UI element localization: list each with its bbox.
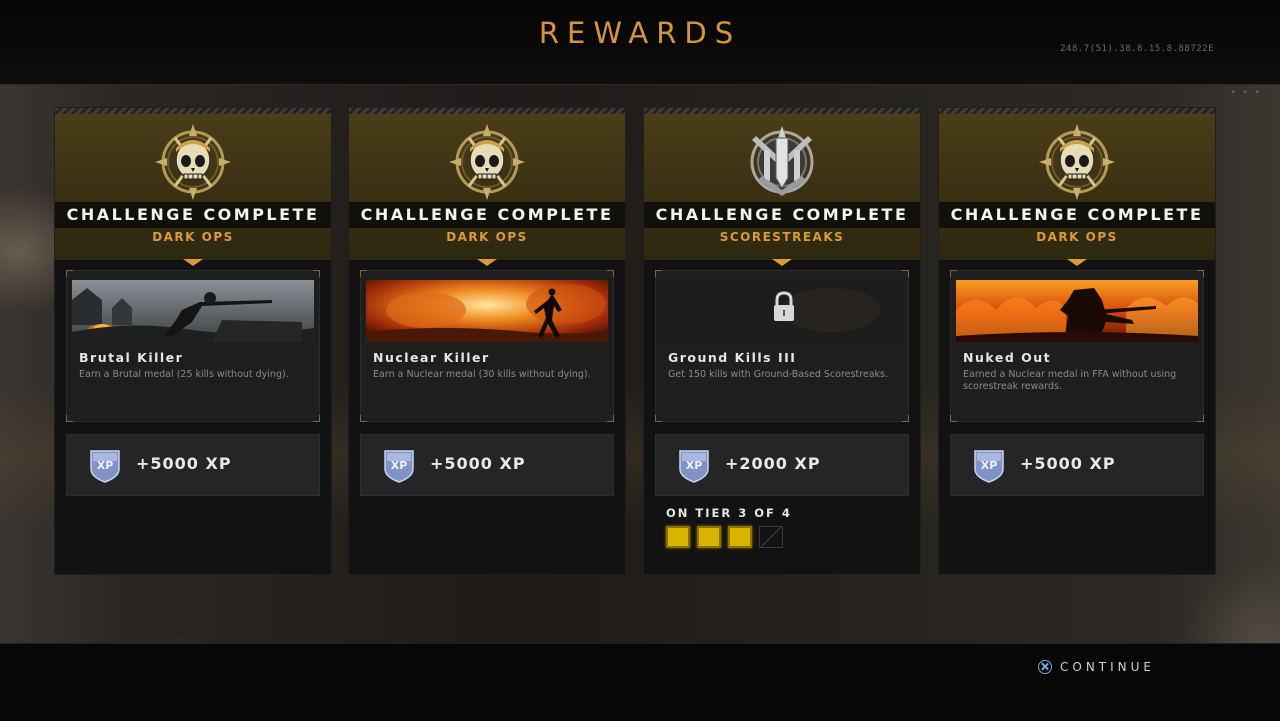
corner-mark: [655, 270, 662, 277]
challenge-banner: CHALLENGE COMPLETE: [939, 202, 1215, 228]
pointer-icon: [1067, 259, 1087, 266]
xp-reward: XP +5000 XP: [360, 434, 614, 496]
challenge-name: Nuked Out: [963, 350, 1052, 365]
bottom-bar: [0, 643, 1280, 721]
skull-emblem-icon: [449, 124, 525, 200]
challenge-description: Get 150 kills with Ground-Based Scorestr…: [668, 369, 888, 380]
cross-button-icon: [1038, 660, 1052, 674]
corner-mark: [655, 415, 662, 422]
challenge-image: [366, 280, 608, 342]
xp-shield-icon: XP: [679, 450, 709, 483]
skull-emblem-icon: [1039, 124, 1115, 200]
challenge-category: DARK OPS: [446, 230, 528, 244]
xp-amount: +5000 XP: [430, 454, 526, 473]
challenge-heading: CHALLENGE COMPLETE: [360, 205, 614, 224]
challenge-description: Earn a Nuclear medal (30 kills without d…: [373, 369, 591, 380]
reward-card: CHALLENGE COMPLETE DARK OPS Brutal Kille…: [55, 108, 331, 574]
card-header: CHALLENGE COMPLETE DARK OPS: [55, 114, 331, 266]
challenge-category: DARK OPS: [152, 230, 234, 244]
corner-mark: [607, 415, 614, 422]
corner-mark: [1197, 270, 1204, 277]
svg-text:XP: XP: [97, 459, 114, 472]
continue-button[interactable]: CONTINUE: [1038, 660, 1155, 674]
challenge-panel: Nuked Out Earned a Nuclear medal in FFA …: [950, 270, 1204, 422]
tier-label: ON TIER 3 OF 4: [666, 506, 792, 520]
challenge-heading: CHALLENGE COMPLETE: [66, 205, 320, 224]
xp-reward: XP +5000 XP: [66, 434, 320, 496]
challenge-category: DARK OPS: [1036, 230, 1118, 244]
xp-shield-icon: XP: [384, 450, 414, 483]
xp-reward: XP +5000 XP: [950, 434, 1204, 496]
svg-text:XP: XP: [981, 459, 998, 472]
tier-box-complete: [697, 526, 721, 548]
tier-box-incomplete: [759, 526, 783, 548]
corner-mark: [360, 270, 367, 277]
continue-label: CONTINUE: [1060, 660, 1156, 674]
challenge-heading: CHALLENGE COMPLETE: [950, 205, 1204, 224]
card-header: CHALLENGE COMPLETE SCORESTREAKS: [644, 114, 920, 266]
reward-card: CHALLENGE COMPLETE SCORESTREAKS Ground K…: [644, 108, 920, 574]
xp-amount: +5000 XP: [136, 454, 232, 473]
challenge-image: [72, 280, 314, 342]
more-dots-icon: • • •: [1230, 88, 1262, 98]
challenge-description: Earned a Nuclear medal in FFA without us…: [963, 369, 1177, 392]
pointer-icon: [183, 259, 203, 266]
reward-card: CHALLENGE COMPLETE DARK OPS Nuclear Kill…: [349, 108, 625, 574]
xp-shield-icon: XP: [90, 450, 120, 483]
challenge-name: Ground Kills III: [668, 350, 797, 365]
challenge-panel: Nuclear Killer Earn a Nuclear medal (30 …: [360, 270, 614, 422]
corner-mark: [950, 270, 957, 277]
challenge-panel: Brutal Killer Earn a Brutal medal (25 ki…: [66, 270, 320, 422]
corner-mark: [313, 270, 320, 277]
xp-amount: +2000 XP: [725, 454, 821, 473]
corner-mark: [66, 270, 73, 277]
corner-mark: [66, 415, 73, 422]
corner-mark: [902, 415, 909, 422]
corner-mark: [313, 415, 320, 422]
challenge-category: SCORESTREAKS: [719, 230, 845, 244]
challenge-panel: Ground Kills III Get 150 kills with Grou…: [655, 270, 909, 422]
challenge-name: Brutal Killer: [79, 350, 184, 365]
tier-boxes: [666, 526, 792, 548]
challenge-banner: CHALLENGE COMPLETE: [349, 202, 625, 228]
xp-reward: XP +2000 XP: [655, 434, 909, 496]
challenge-image: [956, 280, 1198, 342]
tier-box-complete: [728, 526, 752, 548]
tier-progress: ON TIER 3 OF 4: [666, 506, 792, 548]
svg-text:XP: XP: [686, 459, 703, 472]
corner-mark: [902, 270, 909, 277]
reward-card: CHALLENGE COMPLETE DARK OPS Nuked Out Ea…: [939, 108, 1215, 574]
top-bar: REWARDS 248.7(51).38.8.15.8.88722E: [0, 0, 1280, 85]
corner-mark: [360, 415, 367, 422]
pointer-icon: [477, 259, 497, 266]
xp-amount: +5000 XP: [1020, 454, 1116, 473]
build-version: 248.7(51).38.8.15.8.88722E: [1060, 44, 1214, 54]
challenge-image: [661, 280, 903, 342]
card-header: CHALLENGE COMPLETE DARK OPS: [349, 114, 625, 266]
challenge-banner: CHALLENGE COMPLETE: [55, 202, 331, 228]
challenge-heading: CHALLENGE COMPLETE: [655, 205, 909, 224]
challenge-name: Nuclear Killer: [373, 350, 490, 365]
skull-emblem-icon: [155, 124, 231, 200]
corner-mark: [950, 415, 957, 422]
svg-text:XP: XP: [391, 459, 408, 472]
challenge-banner: CHALLENGE COMPLETE: [644, 202, 920, 228]
corner-mark: [1197, 415, 1204, 422]
missile-emblem-icon: [750, 126, 814, 196]
challenge-description: Earn a Brutal medal (25 kills without dy…: [79, 369, 289, 380]
xp-shield-icon: XP: [974, 450, 1004, 483]
pointer-icon: [772, 259, 792, 266]
tier-box-complete: [666, 526, 690, 548]
corner-mark: [607, 270, 614, 277]
card-header: CHALLENGE COMPLETE DARK OPS: [939, 114, 1215, 266]
